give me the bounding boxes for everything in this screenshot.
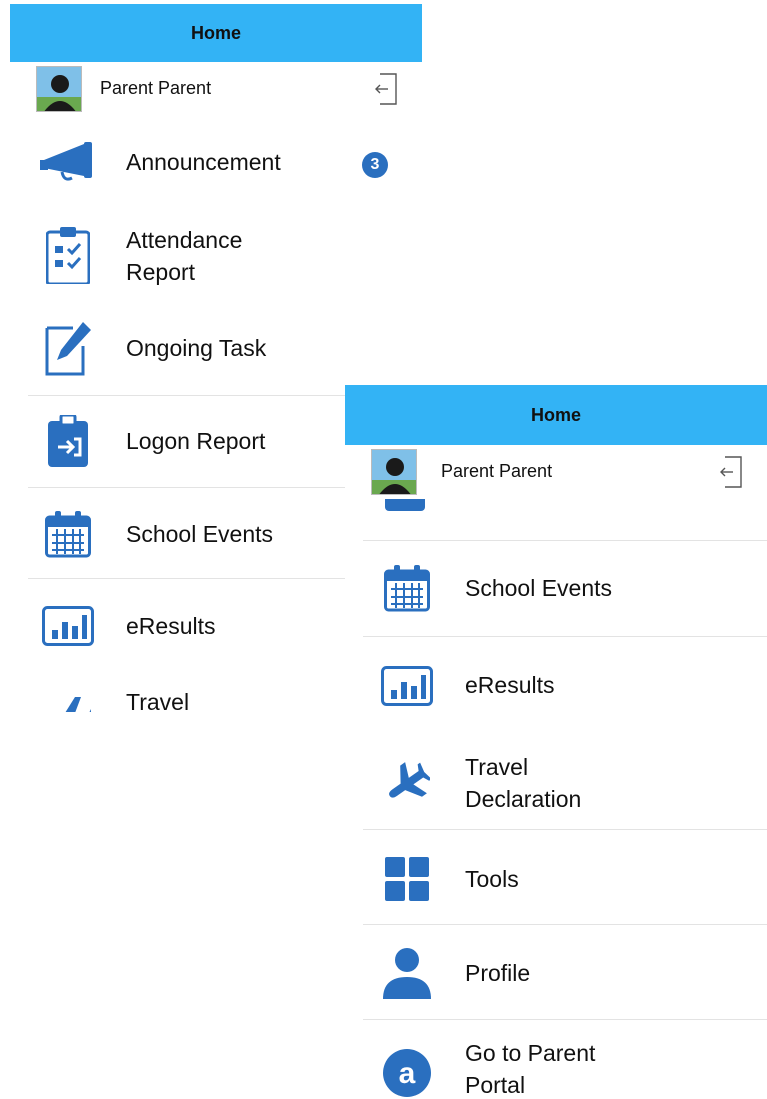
menu-item-attendance-report[interactable]: Attendance Report [10,222,422,288]
avatar[interactable] [371,449,417,495]
menu-label: Go to Parent Portal [465,1040,596,1098]
user-bar: Parent Parent [10,62,422,116]
menu-label: Attendance Report [126,227,243,285]
bar-chart-icon [379,658,435,714]
airplane-icon [40,686,96,712]
person-icon [379,945,435,1001]
menu-label: Announcement [126,149,281,175]
menu-label: School Events [465,575,613,601]
menu-label: Travel Declaration [465,754,582,812]
menu-label: Tools [465,866,519,892]
menu-item-parent-portal[interactable]: a Go to Parent Portal [345,1035,767,1099]
menu-label: Ongoing Task [126,335,267,361]
clipboard-login-icon [40,413,96,469]
menu-item-school-events[interactable]: School Events [345,557,767,619]
logout-icon[interactable] [717,455,743,489]
bar-chart-icon [40,598,96,654]
calendar-icon [379,560,435,616]
divider [363,924,767,925]
menu-label: eResults [465,672,555,698]
menu-label: School Events [126,521,274,547]
calendar-icon [40,506,96,562]
page-title: Home [345,385,767,445]
page-title: Home [10,4,422,62]
divider [363,636,767,637]
menu-item-ongoing-task[interactable]: Ongoing Task [10,318,422,378]
user-name: Parent Parent [100,78,212,98]
menu-item-announcement[interactable]: Announcement 3 [10,134,422,190]
portal-a-icon: a [379,1045,435,1099]
user-name: Parent Parent [441,461,553,481]
user-bar: Parent Parent [345,445,767,499]
airplane-icon [379,756,435,812]
menu-item-travel-declaration[interactable]: Travel Declaration [345,749,767,819]
menu-label: eResults [126,613,216,639]
menu-item-eresults[interactable]: eResults [345,655,767,717]
clipboard-login-icon [385,497,425,511]
notification-badge: 3 [362,152,388,178]
menu-item-profile[interactable]: Profile [345,943,767,1003]
avatar[interactable] [36,66,82,112]
home-screen-2: Home Parent Parent School Events eResult… [345,385,767,1099]
menu-item-tools[interactable]: Tools [345,849,767,909]
megaphone-icon [40,134,96,190]
divider [363,540,767,541]
menu-label: Profile [465,960,531,986]
svg-text:a: a [399,1057,416,1090]
divider [363,829,767,830]
edit-document-icon [40,320,96,376]
menu-label: Travel [126,689,190,712]
clipboard-checklist-icon [40,227,96,284]
divider [363,1019,767,1020]
logout-icon[interactable] [372,72,398,106]
grid-icon [379,851,435,907]
menu-label: Logon Report [126,428,266,454]
